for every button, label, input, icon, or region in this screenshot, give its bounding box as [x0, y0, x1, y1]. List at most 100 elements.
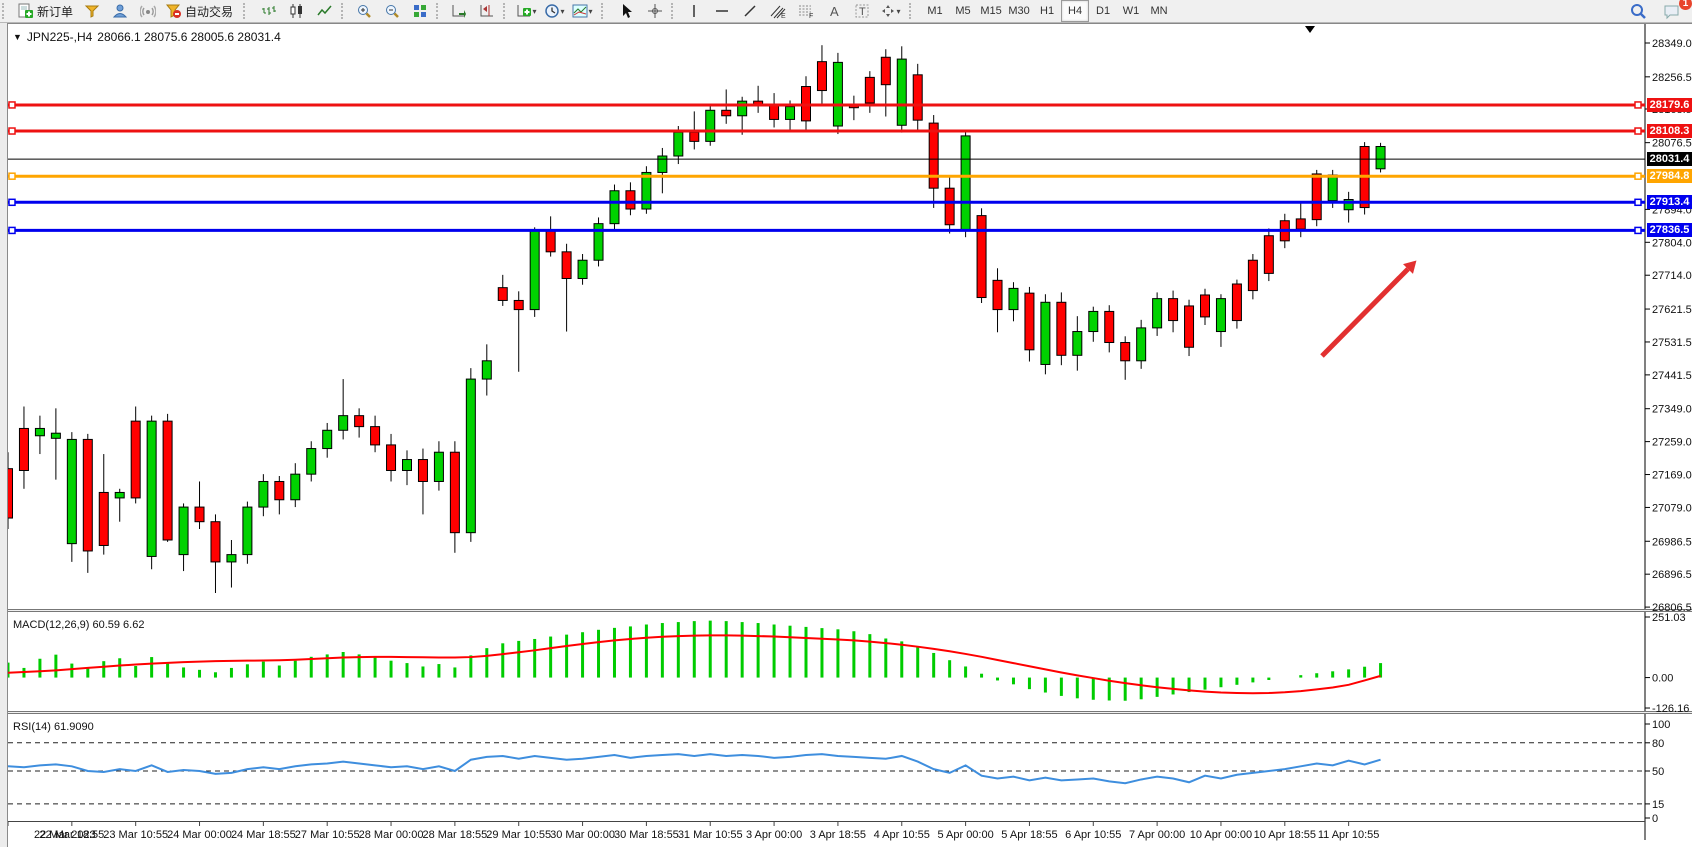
timeframe-mn-button[interactable]: MN: [1145, 0, 1173, 22]
notifications-button[interactable]: 1: [1658, 0, 1686, 22]
new-order-button[interactable]: 新订单: [14, 0, 78, 22]
bear-candle[interactable]: [163, 421, 172, 540]
bear-candle[interactable]: [1232, 284, 1241, 321]
timeframe-m5-button[interactable]: M5: [949, 0, 977, 22]
toolbar-gripper[interactable]: [503, 3, 510, 19]
bear-candle[interactable]: [1248, 260, 1257, 290]
bear-candle[interactable]: [945, 188, 954, 225]
toolbar-gripper[interactable]: [341, 3, 348, 19]
bull-candle[interactable]: [179, 507, 188, 555]
bull-candle[interactable]: [1137, 328, 1146, 361]
templates-button[interactable]: ▾: [568, 0, 596, 22]
bear-candle[interactable]: [19, 428, 28, 470]
line-handle[interactable]: [1635, 173, 1641, 179]
bear-candle[interactable]: [1312, 174, 1321, 220]
toolbar-gripper[interactable]: [2, 3, 9, 19]
bear-candle[interactable]: [211, 522, 220, 562]
bear-candle[interactable]: [690, 132, 699, 141]
bear-candle[interactable]: [770, 105, 779, 120]
bear-candle[interactable]: [355, 416, 364, 427]
channel-button[interactable]: E: [764, 0, 792, 22]
line-handle[interactable]: [9, 199, 15, 205]
bear-candle[interactable]: [498, 288, 507, 301]
bull-candle[interactable]: [1041, 302, 1050, 364]
bull-candle[interactable]: [578, 260, 587, 278]
crosshair-button[interactable]: [641, 0, 669, 22]
chart-window[interactable]: 28349.028256.528168.528076.527894.027804…: [0, 23, 1692, 847]
bear-candle[interactable]: [1296, 219, 1305, 229]
line-handle[interactable]: [1635, 102, 1641, 108]
bull-candle[interactable]: [67, 439, 76, 543]
bull-candle[interactable]: [403, 460, 412, 471]
vertical-line-button[interactable]: [680, 0, 708, 22]
bull-candle[interactable]: [530, 231, 539, 310]
bull-candle[interactable]: [115, 492, 124, 497]
toolbar-gripper[interactable]: [601, 3, 608, 19]
tile-windows-button[interactable]: [406, 0, 434, 22]
bull-candle[interactable]: [1376, 146, 1385, 168]
bull-candle[interactable]: [706, 110, 715, 141]
toolbar-gripper[interactable]: [243, 3, 250, 19]
line-chart-button[interactable]: [311, 0, 339, 22]
bear-candle[interactable]: [993, 280, 1002, 309]
zoom-in-button[interactable]: [350, 0, 378, 22]
trendline-button[interactable]: [736, 0, 764, 22]
bear-candle[interactable]: [99, 492, 108, 545]
line-handle[interactable]: [1635, 128, 1641, 134]
bear-candle[interactable]: [881, 57, 890, 84]
timeframe-m15-button[interactable]: M15: [977, 0, 1005, 22]
bull-candle[interactable]: [434, 452, 443, 481]
bar-chart-button[interactable]: [255, 0, 283, 22]
bear-candle[interactable]: [865, 77, 874, 103]
bear-candle[interactable]: [817, 62, 826, 91]
bull-candle[interactable]: [51, 433, 60, 438]
chart-canvas[interactable]: 28349.028256.528168.528076.527894.027804…: [0, 23, 1692, 847]
bear-candle[interactable]: [450, 452, 459, 532]
signal-button[interactable]: [134, 0, 162, 22]
cursor-button[interactable]: [613, 0, 641, 22]
text-label-button[interactable]: T: [848, 0, 876, 22]
bear-candle[interactable]: [1264, 236, 1273, 274]
autotrade-button[interactable]: 自动交易: [162, 0, 238, 22]
bear-candle[interactable]: [371, 427, 380, 445]
bull-candle[interactable]: [323, 430, 332, 448]
timeframe-h1-button[interactable]: H1: [1033, 0, 1061, 22]
arrows-button[interactable]: ▾: [876, 0, 904, 22]
toolbar-gripper[interactable]: [909, 3, 916, 19]
bull-candle[interactable]: [1153, 299, 1162, 328]
chart-shift-button[interactable]: [473, 0, 501, 22]
line-handle[interactable]: [9, 173, 15, 179]
toolbar-gripper[interactable]: [671, 3, 678, 19]
timeframe-d1-button[interactable]: D1: [1089, 0, 1117, 22]
line-handle[interactable]: [9, 128, 15, 134]
timeframe-m1-button[interactable]: M1: [921, 0, 949, 22]
text-button[interactable]: A: [820, 0, 848, 22]
bull-candle[interactable]: [1328, 175, 1337, 201]
timeframe-w1-button[interactable]: W1: [1117, 0, 1145, 22]
periods-button[interactable]: ▾: [540, 0, 568, 22]
bull-candle[interactable]: [1089, 311, 1098, 331]
candle-chart-button[interactable]: [283, 0, 311, 22]
profile-button[interactable]: [106, 0, 134, 22]
bull-candle[interactable]: [738, 101, 747, 116]
bull-candle[interactable]: [961, 136, 970, 231]
bear-candle[interactable]: [83, 439, 92, 551]
bear-candle[interactable]: [387, 445, 396, 471]
bull-candle[interactable]: [1009, 288, 1018, 309]
indicators-button[interactable]: ▾: [512, 0, 540, 22]
bull-candle[interactable]: [259, 481, 268, 507]
bear-candle[interactable]: [195, 507, 204, 522]
line-handle[interactable]: [9, 102, 15, 108]
bear-candle[interactable]: [626, 191, 635, 209]
line-handle[interactable]: [1635, 227, 1641, 233]
bull-candle[interactable]: [466, 379, 475, 533]
bull-candle[interactable]: [482, 361, 491, 379]
bear-candle[interactable]: [977, 216, 986, 298]
bull-candle[interactable]: [307, 449, 316, 475]
bear-candle[interactable]: [1121, 343, 1130, 361]
bear-candle[interactable]: [929, 123, 938, 188]
bear-candle[interactable]: [913, 75, 922, 120]
bull-candle[interactable]: [35, 428, 44, 435]
bear-candle[interactable]: [418, 460, 427, 482]
bear-candle[interactable]: [546, 231, 555, 252]
